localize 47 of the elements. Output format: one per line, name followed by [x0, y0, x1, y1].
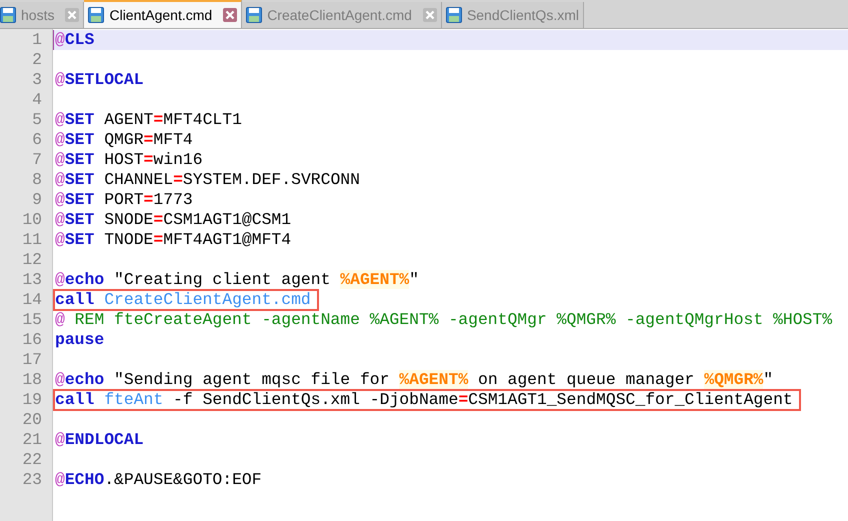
line-number: 22: [21, 450, 42, 470]
code-line: @ENDLOCAL: [55, 430, 144, 450]
line-number: 17: [21, 350, 42, 370]
close-icon[interactable]: [65, 8, 80, 22]
code-line: @SET CHANNEL=SYSTEM.DEF.SVRCONN: [55, 170, 360, 190]
close-icon[interactable]: [422, 8, 437, 22]
line-number: 21: [21, 430, 42, 450]
line-number: 18: [21, 370, 42, 390]
file-tab[interactable]: SendClientQs.xml: [442, 2, 584, 28]
line-number: 2: [31, 50, 42, 70]
code-line: @ECHO.&PAUSE&GOTO:EOF: [55, 470, 262, 490]
code-line: @SET HOST=win16: [55, 150, 203, 170]
line-number: 1: [31, 30, 42, 50]
close-icon[interactable]: [223, 8, 238, 22]
line-number: 15: [21, 310, 42, 330]
code-line: call fteAnt -f SendClientQs.xml -DjobName=CSM1AGT1_SendMQSC_for_ClientAgent: [55, 391, 799, 409]
line-number: 11: [21, 230, 42, 250]
code-line: @SETLOCAL: [55, 70, 144, 90]
line-number: 8: [31, 170, 42, 190]
code-line: @SET TNODE=MFT4AGT1@MFT4: [55, 230, 292, 250]
line-number: 7: [31, 150, 42, 170]
code-line: pause: [55, 330, 104, 350]
file-tab[interactable]: CreateClientAgent.cmd: [242, 2, 442, 28]
line-number: 10: [21, 210, 42, 230]
line-number: 13: [21, 270, 42, 290]
file-tab[interactable]: ClientAgent.cmd: [84, 0, 242, 28]
line-number: 14: [21, 290, 42, 310]
code-line: @SET PORT=1773: [55, 190, 193, 210]
line-number: 12: [21, 250, 42, 270]
code-line: @SET SNODE=CSM1AGT1@CSM1: [55, 210, 292, 230]
code-line: @SET QMGR=MFT4: [55, 130, 193, 150]
code-line: @echo "Creating client agent %AGENT%": [55, 270, 419, 290]
code-line: @CLS: [55, 30, 94, 50]
line-number: 3: [31, 70, 42, 90]
code-line: call CreateClientAgent.cmd: [55, 291, 317, 309]
code-line: @echo "Sending agent mqsc file for %AGENT% on agent queue manager %QMGR%": [55, 370, 774, 390]
line-number: 6: [31, 130, 42, 150]
line-number: 19: [21, 390, 42, 410]
line-number: 5: [31, 110, 42, 130]
line-number: 23: [21, 470, 42, 490]
line-number: 9: [31, 190, 42, 210]
line-number: 20: [21, 410, 42, 430]
line-number: 4: [31, 90, 42, 110]
file-tab[interactable]: hosts: [0, 2, 84, 28]
code-line: @ REM fteCreateAgent -agentName %AGENT% -agentQMgr %QMGR% -agentQMgrHost %HOST%: [55, 310, 832, 330]
code-line: @SET AGENT=MFT4CLT1: [55, 110, 242, 130]
line-number: 16: [21, 330, 42, 350]
